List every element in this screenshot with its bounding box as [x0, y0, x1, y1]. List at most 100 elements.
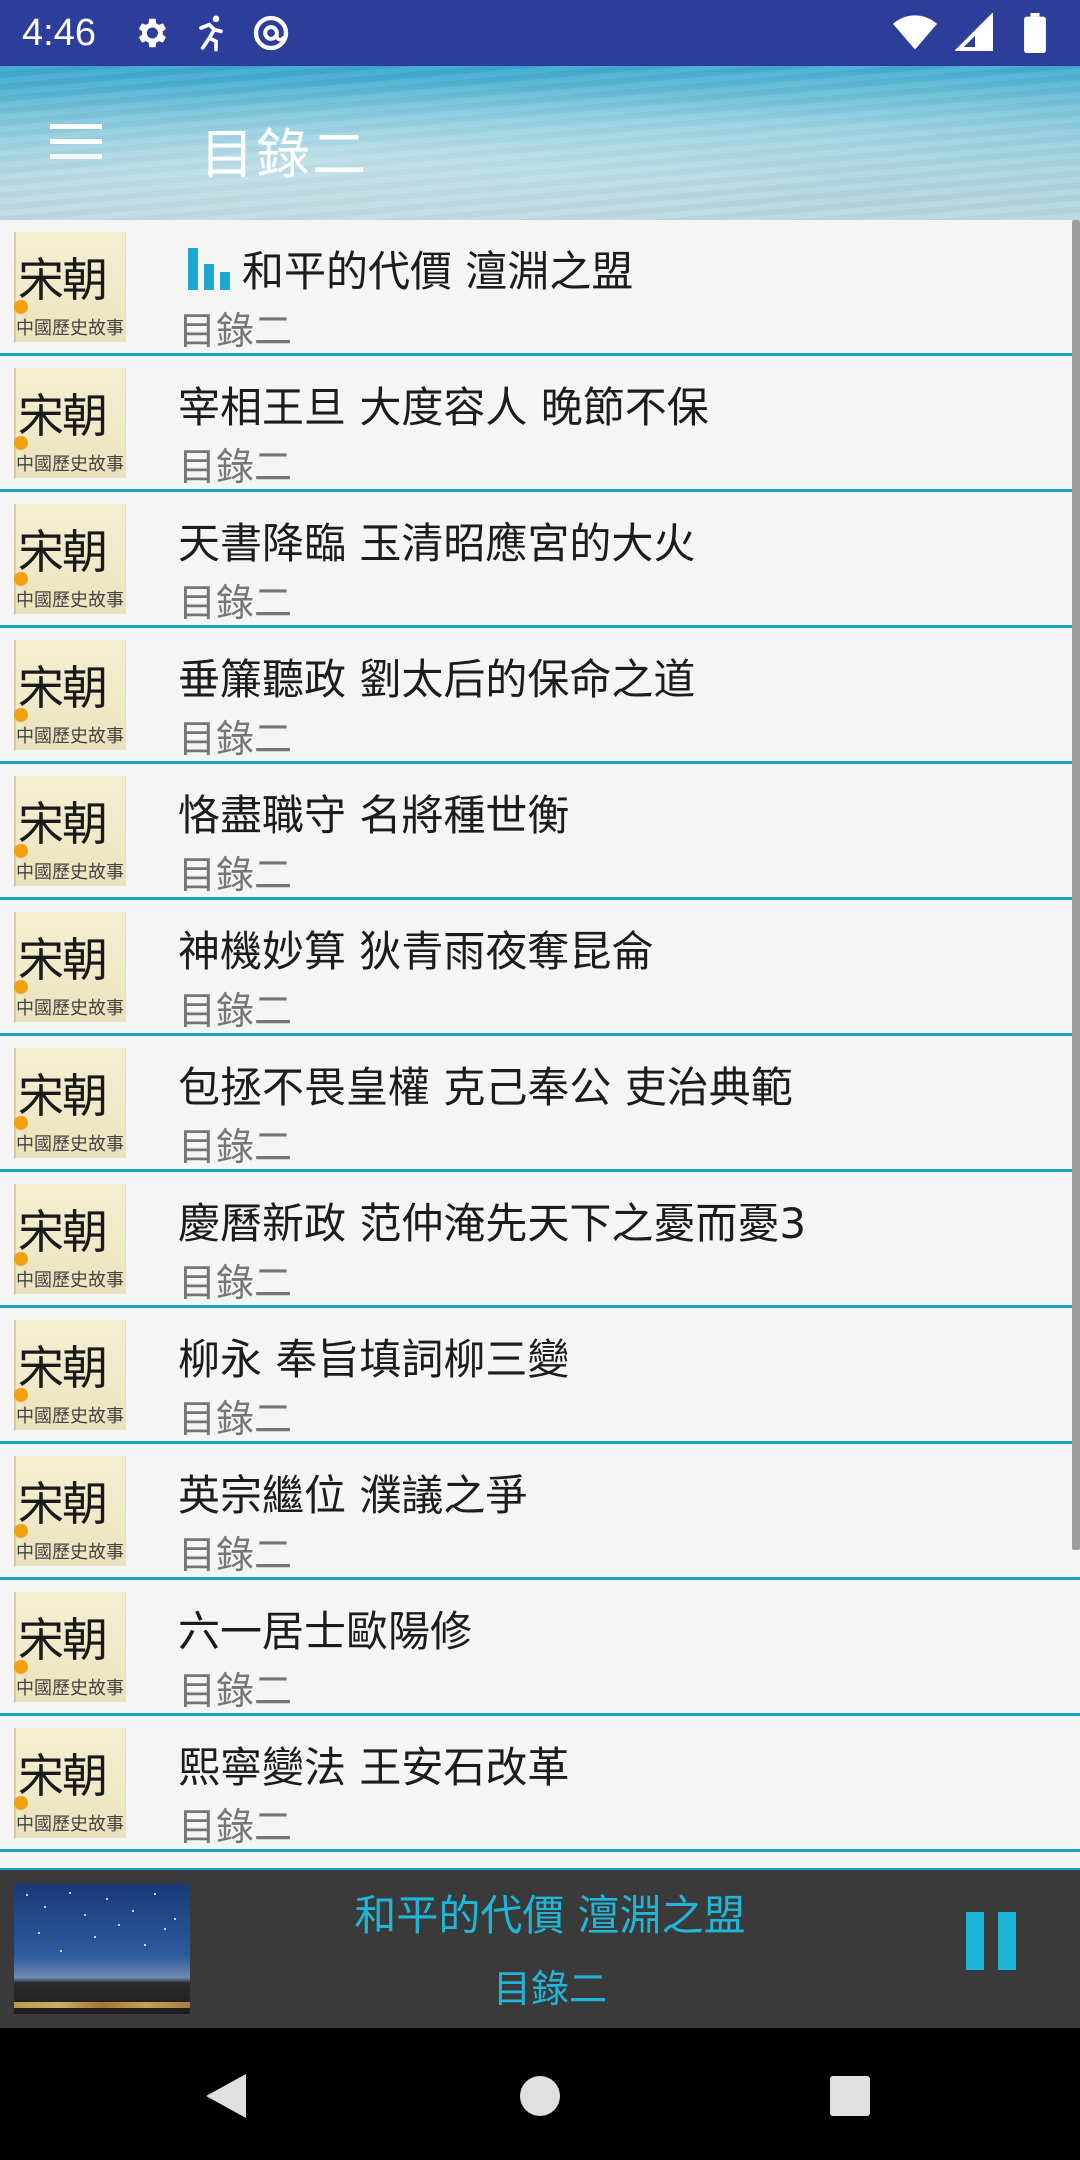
list-item-subtitle: 目錄二: [178, 989, 293, 1033]
cover-thumbnail: 宋朝 中國歷史故事: [14, 912, 126, 1022]
thumbnail-star: [60, 1950, 62, 1952]
cover-big-text: 宋朝: [18, 389, 108, 443]
thumbnail-star: [144, 1944, 146, 1946]
list-item-title: 柳永 奉旨填詞柳三變: [178, 1335, 570, 1384]
cover-flower-dot: [14, 1524, 28, 1538]
list-item-subtitle: 目錄二: [178, 445, 293, 489]
cover-thumbnail: 宋朝 中國歷史故事: [14, 232, 126, 342]
list-item[interactable]: 宋朝 中國歷史故事 神機妙算 狄青雨夜奪昆侖 目錄二: [0, 900, 1080, 1036]
recents-button[interactable]: [814, 2060, 886, 2132]
thumbnail-star: [84, 1914, 86, 1916]
thumbnail-star: [94, 1936, 96, 1938]
list-item-subtitle: 目錄二: [178, 1669, 293, 1713]
list-item[interactable]: 宋朝 中國歷史故事 慶曆新政 范仲淹先天下之憂而憂3 目錄二: [0, 1172, 1080, 1308]
cover-small-text: 中國歷史故事: [16, 1406, 124, 1427]
cover-flower-dot: [14, 980, 28, 994]
thumbnail-star: [106, 1898, 108, 1900]
thumbnail-star: [69, 1892, 71, 1894]
list-item-subtitle: 目錄二: [178, 717, 293, 761]
list-item-title: 六一居士歐陽修: [178, 1607, 473, 1656]
back-button[interactable]: [190, 2060, 262, 2132]
mini-player-divider: [0, 1868, 1080, 1870]
list-item[interactable]: 宋朝 中國歷史故事 垂簾聽政 劉太后的保命之道 目錄二: [0, 628, 1080, 764]
thumbnail-star: [44, 1906, 46, 1908]
thumbnail-star: [164, 1928, 166, 1930]
cover-thumbnail: 宋朝 中國歷史故事: [14, 776, 126, 886]
list-item-title: 慶曆新政 范仲淹先天下之憂而憂3: [178, 1199, 807, 1248]
cover-thumbnail: 宋朝 中國歷史故事: [14, 1728, 126, 1838]
list-item-title: 天書降臨 玉清昭應宮的大火: [178, 519, 696, 568]
list-item-subtitle: 目錄二: [178, 1261, 293, 1305]
city-lights: [14, 2002, 190, 2008]
home-button[interactable]: [504, 2060, 576, 2132]
list-item-subtitle: 目錄二: [178, 581, 293, 625]
cover-big-text: 宋朝: [18, 933, 108, 987]
screen: 4:46 目錄二 宋朝 中國歷史故事 和平的代價 澶淵之盟 目錄二 宋朝 中國歷…: [0, 0, 1080, 2160]
list-item[interactable]: 宋朝 中國歷史故事 熙寧變法 王安石改革目錄二: [0, 1716, 1080, 1852]
cover-small-text: 中國歷史故事: [16, 1542, 124, 1563]
cover-big-text: 宋朝: [18, 661, 108, 715]
cover-big-text: 宋朝: [18, 797, 108, 851]
list-item[interactable]: 宋朝 中國歷史故事 和平的代價 澶淵之盟目錄二: [0, 220, 1080, 356]
cover-flower-dot: [14, 1660, 28, 1674]
gear-icon: [128, 10, 174, 56]
cover-flower-dot: [14, 300, 28, 314]
status-bar: 4:46: [0, 0, 1080, 66]
list-item-title: 宰相王旦 大度容人 晚節不保: [178, 383, 709, 432]
recents-square-icon: [830, 2076, 870, 2116]
list-item[interactable]: 宋朝 中國歷史故事 天書降臨 玉清昭應宮的大火目錄二: [0, 492, 1080, 628]
thumbnail-star: [174, 1918, 176, 1920]
list-item-title: 和平的代價 澶淵之盟: [242, 247, 634, 296]
list-item[interactable]: 宋朝 中國歷史故事 六一居士歐陽修 目錄二: [0, 1580, 1080, 1716]
pause-button[interactable]: [960, 1902, 1020, 1982]
hamburger-menu-icon: [50, 124, 102, 159]
list-item-subtitle: 目錄二: [178, 1125, 293, 1169]
cover-thumbnail: 宋朝 中國歷史故事: [14, 504, 126, 614]
runner-icon: [188, 10, 234, 56]
list-item-title: 英宗繼位 濮議之爭: [178, 1471, 528, 1520]
thumbnail-star: [118, 1924, 120, 1926]
track-list[interactable]: 宋朝 中國歷史故事 和平的代價 澶淵之盟 目錄二 宋朝 中國歷史故事 宰相王旦 大度容人 晚…: [0, 220, 1080, 1868]
album-art-thumbnail[interactable]: [14, 1884, 190, 2014]
list-item-title: 恪盡職守 名將種世衡: [178, 791, 570, 840]
list-item[interactable]: 宋朝 中國歷史故事 柳永 奉旨填詞柳三變 目錄二: [0, 1308, 1080, 1444]
list-item-subtitle: 目錄二: [178, 1533, 293, 1577]
list-item-subtitle: 目錄二: [178, 309, 293, 353]
menu-button[interactable]: [30, 106, 126, 178]
scrollbar[interactable]: [1072, 220, 1080, 1550]
cover-flower-dot: [14, 1388, 28, 1402]
cover-flower-dot: [14, 708, 28, 722]
pause-icon-bar-right: [998, 1912, 1016, 1970]
cover-flower-dot: [14, 436, 28, 450]
cover-flower-dot: [14, 1116, 28, 1130]
now-playing-subtitle: 目錄二: [492, 1967, 607, 2011]
signal-icon: [952, 10, 998, 56]
thumbnail-star: [26, 1894, 28, 1896]
list-item-subtitle: 目錄二: [178, 1805, 293, 1849]
cover-thumbnail: 宋朝 中國歷史故事: [14, 1048, 126, 1158]
page-title: 目錄二: [200, 123, 368, 186]
at-sign-icon: [248, 10, 294, 56]
cover-thumbnail: 宋朝 中國歷史故事: [14, 1320, 126, 1430]
back-triangle-icon: [206, 2074, 246, 2118]
list-item[interactable]: 宋朝 中國歷史故事 英宗繼位 濮議之爭 目錄二: [0, 1444, 1080, 1580]
now-playing-title[interactable]: 和平的代價 澶淵之盟: [220, 1882, 880, 1943]
list-item[interactable]: 宋朝 中國歷史故事 宰相王旦 大度容人 晚節不保目錄二: [0, 356, 1080, 492]
wifi-icon: [892, 10, 938, 56]
cover-small-text: 中國歷史故事: [16, 590, 124, 611]
now-playing-equalizer-icon: [188, 248, 230, 290]
cover-flower-dot: [14, 1796, 28, 1810]
cover-flower-dot: [14, 1252, 28, 1266]
cover-thumbnail: 宋朝 中國歷史故事: [14, 368, 126, 478]
cover-small-text: 中國歷史故事: [16, 1678, 124, 1699]
list-item[interactable]: 宋朝 中國歷史故事 包拯不畏皇權 克己奉公 吏治典範 目錄二: [0, 1036, 1080, 1172]
status-time: 4:46: [22, 11, 96, 54]
home-circle-icon: [520, 2076, 560, 2116]
cover-small-text: 中國歷史故事: [16, 998, 124, 1019]
list-item[interactable]: 宋朝 中國歷史故事 恪盡職守 名將種世衡 目錄二: [0, 764, 1080, 900]
cover-flower-dot: [14, 844, 28, 858]
mini-player[interactable]: 和平的代價 澶淵之盟 目錄二: [0, 1868, 1080, 2028]
pause-icon-bar-left: [966, 1912, 984, 1970]
cover-big-text: 宋朝: [18, 1749, 108, 1803]
list-item-title: 熙寧變法 王安石改革: [178, 1743, 570, 1792]
